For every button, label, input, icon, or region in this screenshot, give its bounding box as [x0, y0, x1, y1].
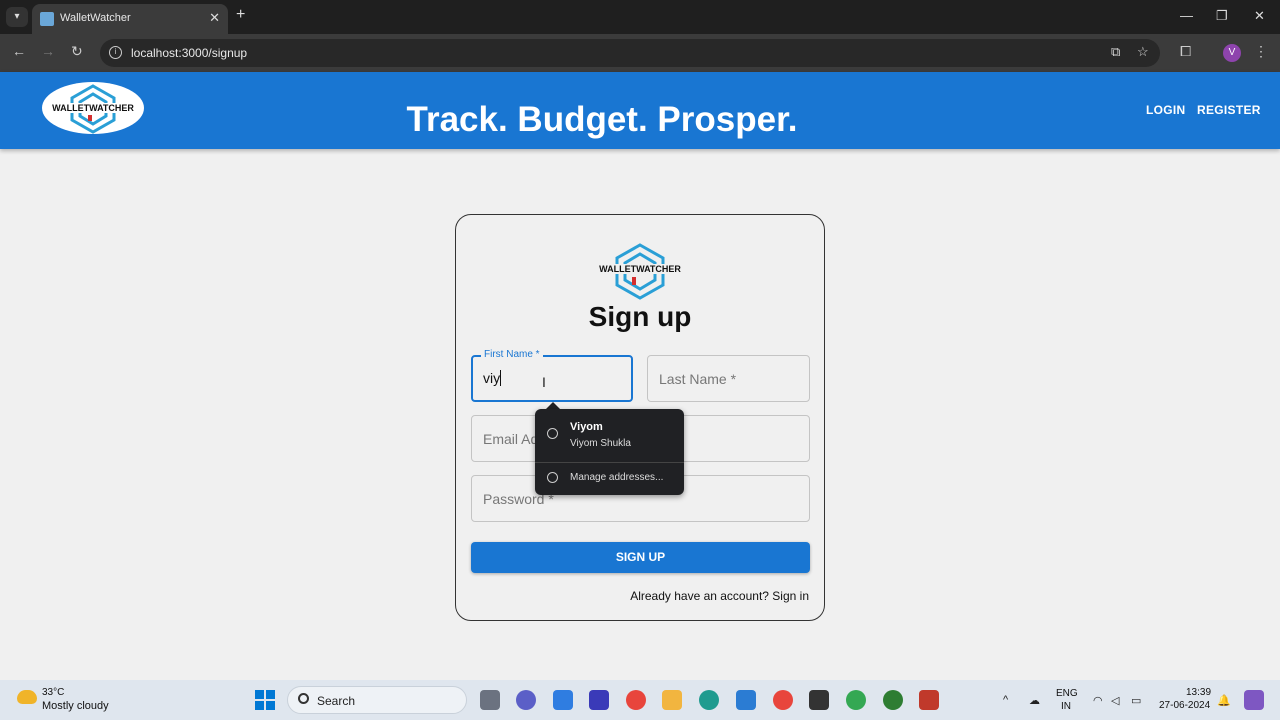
file-explorer-icon[interactable] [662, 690, 682, 710]
browser-toolbar: ← → ↻ i localhost:3000/signup ⧉ ☆ ⧠ ⋮ [0, 34, 1280, 72]
url-text[interactable]: localhost:3000/signup [131, 46, 247, 60]
weather-temperature[interactable]: 33°C [42, 687, 64, 698]
wifi-icon[interactable]: ◠ [1093, 694, 1103, 707]
first-name-field[interactable]: First Name * viy [471, 349, 633, 402]
bookmark-star-icon[interactable]: ☆ [1137, 44, 1149, 60]
extensions-icon[interactable]: ⧠ [1180, 43, 1191, 60]
vscode-icon[interactable] [736, 690, 756, 710]
copilot-icon[interactable] [1244, 690, 1264, 710]
close-tab-icon[interactable]: ✕ [209, 10, 220, 26]
autofill-popup: Viyom Viyom Shukla Manage addresses... [535, 409, 684, 495]
edge-icon[interactable] [699, 690, 719, 710]
forward-button[interactable]: → [41, 43, 55, 59]
tab-search-button[interactable]: ▾ [6, 7, 28, 27]
search-icon [298, 693, 309, 704]
restore-button[interactable]: ❐ [1216, 8, 1228, 24]
start-button[interactable] [255, 690, 275, 710]
taskbar: 33°C Mostly cloudy Search ^ ☁ ENG IN ◠ ◁… [0, 680, 1280, 720]
last-name-field[interactable]: Last Name * [647, 355, 810, 402]
autofill-suggestion-name[interactable]: Viyom [570, 421, 603, 433]
task-view-icon[interactable] [480, 690, 500, 710]
person-icon [547, 428, 558, 439]
new-tab-button[interactable]: + [236, 6, 245, 24]
volume-icon[interactable]: ◁ [1111, 694, 1119, 707]
login-link[interactable]: LOGIN [1146, 103, 1186, 117]
sign-in-link[interactable]: Already have an account? Sign in [630, 589, 809, 603]
taskbar-search[interactable]: Search [287, 686, 467, 714]
weather-description[interactable]: Mostly cloudy [42, 700, 109, 712]
svg-text:WALLETWATCHER: WALLETWATCHER [599, 264, 681, 274]
autofill-divider [535, 462, 684, 463]
profile-avatar[interactable]: V [1223, 44, 1241, 62]
clock-time[interactable]: 13:39 [1186, 687, 1211, 698]
card-logo: WALLETWATCHER [599, 243, 681, 301]
header-tagline: Track. Budget. Prosper. [406, 100, 798, 139]
first-name-input[interactable]: viy [483, 370, 502, 386]
browser-menu-icon[interactable]: ⋮ [1254, 43, 1268, 60]
mongodb-icon[interactable] [883, 690, 903, 710]
search-label: Search [317, 694, 356, 708]
address-bar[interactable]: i localhost:3000/signup ⧉ ☆ [100, 39, 1160, 67]
app-header: WALLETWATCHER Track. Budget. Prosper. LO… [0, 72, 1280, 149]
cloud-icon[interactable]: ☁ [1029, 694, 1040, 707]
site-info-icon[interactable]: i [109, 46, 122, 59]
first-name-label: First Name * [481, 349, 543, 360]
chrome-profile-icon[interactable] [846, 690, 866, 710]
tab-title: WalletWatcher [60, 12, 131, 24]
autofill-suggestion-detail[interactable]: Viyom Shukla [570, 438, 631, 449]
text-cursor-icon: I [542, 374, 546, 390]
install-app-icon[interactable]: ⧉ [1111, 44, 1120, 60]
clock-date[interactable]: 27-06-2024 [1159, 700, 1210, 711]
meet-icon[interactable] [516, 690, 536, 710]
language-region[interactable]: IN [1061, 701, 1071, 712]
autofill-pointer [546, 402, 560, 409]
browser-tab[interactable]: WalletWatcher ✕ [32, 4, 228, 34]
manage-addresses-link[interactable]: Manage addresses... [570, 472, 663, 483]
battery-icon[interactable]: ▭ [1131, 694, 1141, 707]
minimize-button[interactable]: — [1180, 8, 1193, 23]
notification-bell-icon[interactable]: 🔔 [1217, 694, 1231, 707]
sign-up-button[interactable]: SIGN UP [471, 542, 810, 573]
app-icon[interactable] [589, 690, 609, 710]
terminal-icon[interactable] [809, 690, 829, 710]
register-link[interactable]: REGISTER [1197, 103, 1261, 117]
chrome-active-icon[interactable] [773, 690, 793, 710]
last-name-placeholder: Last Name * [659, 371, 737, 387]
back-button[interactable]: ← [12, 43, 26, 59]
browser-tab-bar: ▾ WalletWatcher ✕ + — ❐ ✕ [0, 0, 1280, 34]
store-icon[interactable] [553, 690, 573, 710]
chrome-icon [547, 472, 558, 483]
close-window-button[interactable]: ✕ [1254, 8, 1265, 24]
chevron-up-icon[interactable]: ^ [1003, 694, 1008, 706]
favicon-icon [40, 12, 54, 26]
language-indicator[interactable]: ENG [1056, 688, 1078, 699]
chrome-taskbar-icon[interactable] [626, 690, 646, 710]
snipping-tool-icon[interactable] [919, 690, 939, 710]
page-title: Sign up [588, 301, 692, 332]
reload-button[interactable]: ↻ [71, 43, 83, 60]
weather-icon[interactable] [17, 690, 37, 704]
